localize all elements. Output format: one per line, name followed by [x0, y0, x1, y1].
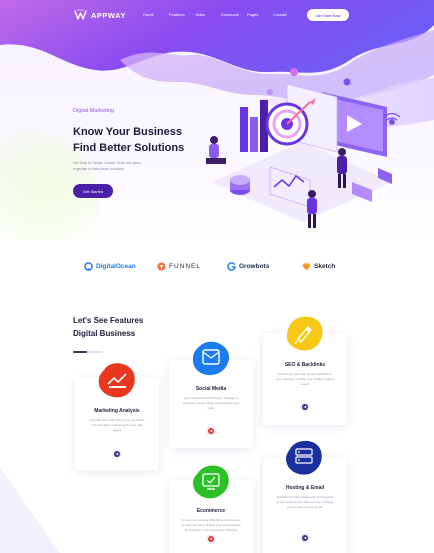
card-arrow-button[interactable] — [300, 402, 310, 412]
get-started-button[interactable]: Get Started — [73, 184, 113, 198]
brand-name: FUNNEL — [169, 263, 202, 270]
person-walking-illustration — [307, 190, 317, 228]
card-arrow-button[interactable] — [112, 449, 122, 459]
features-title-line-2: Digital Business — [73, 329, 136, 338]
social-media-icon — [192, 341, 230, 376]
card-description: Increase web traffic with proper keyword… — [89, 418, 145, 432]
card-title: Marketing Analysis — [94, 408, 140, 414]
brand-funnel[interactable]: FUNNEL — [157, 262, 201, 271]
hero-description: Get Help for Ideals, Growth, Build and g… — [73, 161, 142, 171]
arrow-right-icon — [114, 451, 120, 457]
arrow-right-icon — [208, 428, 214, 434]
card-arrow-button[interactable] — [300, 533, 310, 543]
logo[interactable]: APPWAY — [74, 9, 126, 21]
card-arrow-button[interactable] — [206, 426, 216, 436]
main-nav: Home Features Video Download Pages Conta… — [143, 12, 299, 17]
brand-name: Sketch — [314, 263, 336, 270]
features-title-line-1: Let's See Features — [73, 316, 144, 325]
card-description: Get a business and followers, Engage in … — [182, 396, 240, 410]
person-sitting-illustration — [206, 136, 226, 164]
logo-icon — [74, 9, 87, 20]
hero-title: Know Your Business Find Better Solutions — [73, 124, 203, 156]
arrow-right-icon — [208, 536, 214, 542]
digitalocean-icon — [84, 262, 93, 271]
sketch-icon — [302, 263, 311, 271]
site-header: APPWAY Home Features Video Download Page… — [0, 0, 434, 30]
brand-sketch[interactable]: Sketch — [302, 262, 335, 271]
brand-digitalocean[interactable]: DigitalOcean — [84, 262, 136, 271]
card-title: SEO & Backlinks — [284, 362, 326, 368]
nav-item-contact[interactable]: Contact — [273, 12, 299, 17]
hero-kicker: Digital Marketing — [73, 108, 114, 114]
growbots-icon — [227, 262, 236, 271]
card-title: Ecommerce — [196, 508, 226, 514]
hero-title-line-2: Find Better Solutions — [73, 142, 185, 154]
analysis-icon — [98, 363, 135, 398]
brand-logos: DigitalOcean FUNNEL Growbots Sketch — [0, 262, 434, 278]
nav-item-features[interactable]: Features — [169, 12, 195, 17]
nav-item-home[interactable]: Home — [143, 12, 169, 17]
nav-item-video[interactable]: Video — [195, 12, 221, 17]
brand-name: DigitalOcean — [96, 263, 136, 270]
card-description: Grow your business ONLINE to Ecommerce t… — [181, 518, 241, 532]
decorative-corner-shape — [0, 468, 60, 553]
arrow-right-icon — [302, 535, 308, 541]
get-start-button[interactable]: Get Start Now — [307, 9, 349, 21]
brand-name: Growbots — [239, 263, 270, 270]
card-title: Hosting & Email — [285, 485, 325, 491]
features-title: Let's See Features Digital Business — [73, 314, 173, 340]
brand-growbots[interactable]: Growbots — [227, 262, 269, 271]
logo-text: APPWAY — [91, 10, 126, 20]
card-description: Ensure you rank with quality backlinks t… — [276, 372, 334, 386]
bar-chart-illustration — [240, 100, 268, 152]
nav-item-download[interactable]: Download — [221, 12, 247, 17]
arrow-right-icon — [302, 404, 308, 410]
ecommerce-icon — [193, 465, 229, 499]
card-title: Social Media — [195, 386, 227, 392]
isometric-marketing-illustration — [206, 68, 401, 228]
hosting-icon — [286, 440, 322, 475]
title-underline — [73, 351, 103, 353]
rocket-icon — [286, 316, 323, 351]
card-description: Reliable and fast hosting with professio… — [276, 495, 334, 509]
card-arrow-button[interactable] — [206, 534, 216, 544]
funnel-icon — [157, 262, 166, 271]
hero-title-line-1: Know Your Business — [73, 126, 183, 138]
nav-item-pages[interactable]: Pages — [247, 12, 273, 17]
